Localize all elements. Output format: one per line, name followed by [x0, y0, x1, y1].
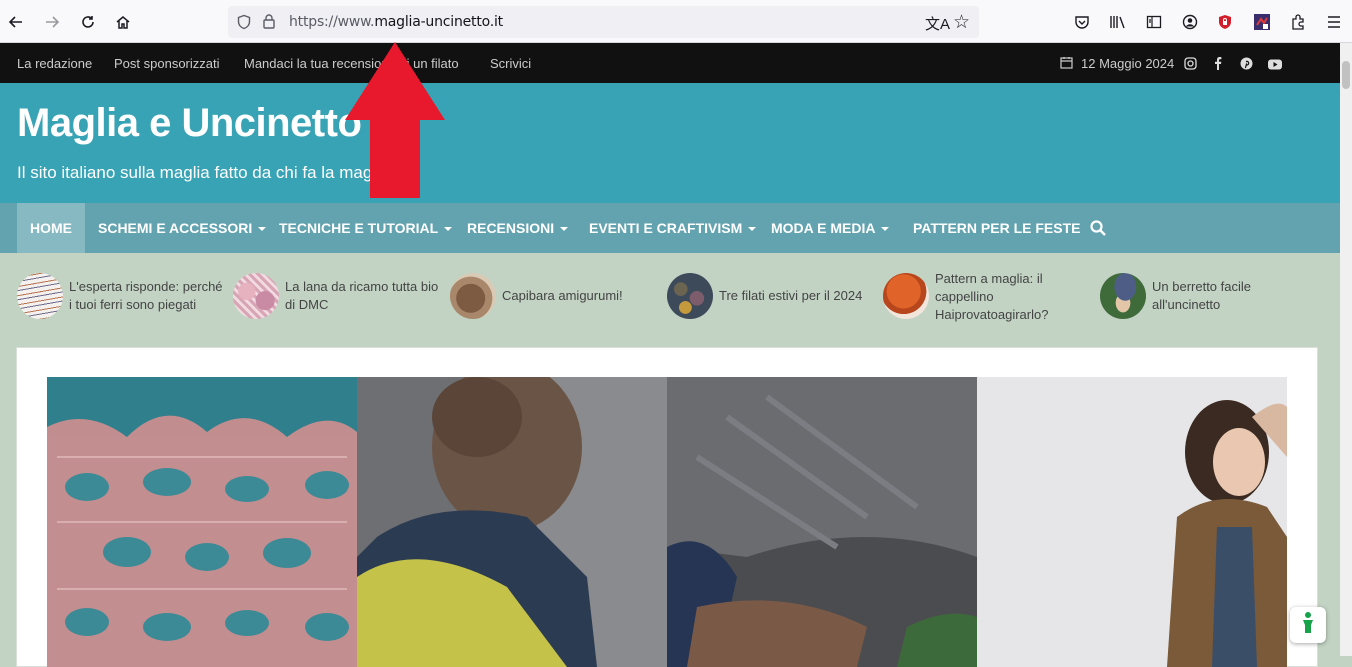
extension-icon[interactable]: [1251, 11, 1273, 33]
post-title[interactable]: L'esperta risponde: perché i tuoi ferri s…: [69, 278, 239, 314]
post-title[interactable]: La lana da ricamo tutta bio di DMC: [285, 278, 455, 314]
post-title[interactable]: Un berretto facile all'uncinetto: [1152, 278, 1322, 314]
translate-icon[interactable]: 文A: [925, 13, 950, 34]
lock-icon[interactable]: [262, 13, 276, 34]
ticker-item[interactable]: L'esperta risponde: perché i tuoi ferri s…: [17, 273, 227, 319]
back-icon[interactable]: [5, 11, 27, 33]
topbar-link-redazione[interactable]: La redazione: [17, 56, 92, 71]
ticker-item[interactable]: Capibara amigurumi!: [450, 273, 660, 319]
post-title[interactable]: Tre filati estivi per il 2024: [719, 287, 889, 305]
menu-icon[interactable]: [1323, 11, 1345, 33]
menu-item-pattern-feste[interactable]: PATTERN PER LE FESTE: [913, 203, 1081, 253]
recent-posts-ticker: L'esperta risponde: perché i tuoi ferri s…: [0, 253, 1340, 348]
reload-icon[interactable]: [77, 11, 99, 33]
pocket-icon[interactable]: [1071, 11, 1093, 33]
home-icon[interactable]: [112, 11, 134, 33]
instagram-icon[interactable]: [1184, 57, 1197, 73]
post-thumbnail[interactable]: [17, 273, 63, 319]
ticker-item[interactable]: Un berretto facile all'uncinetto: [1100, 273, 1310, 319]
site-tagline: Il sito italiano sulla maglia fatto da c…: [17, 163, 390, 182]
chevron-down-icon: [258, 227, 267, 232]
post-thumbnail[interactable]: [450, 273, 496, 319]
menu-item-recensioni[interactable]: RECENSIONI: [467, 203, 569, 253]
ublock-icon[interactable]: [1214, 11, 1236, 33]
scrollbar-thumb[interactable]: [1342, 61, 1350, 89]
browser-toolbar: https://www.maglia-uncinetto.it 文A ☆: [0, 0, 1352, 43]
youtube-icon[interactable]: [1268, 58, 1282, 73]
tracking-shield-icon[interactable]: [236, 14, 252, 35]
gallery-image-yarn[interactable]: [667, 377, 977, 667]
chevron-down-icon: [748, 227, 757, 232]
site-header: Maglia e Uncinetto Il sito italiano sull…: [0, 83, 1340, 203]
gallery-image-person[interactable]: [357, 377, 667, 667]
topbar-link-scrivici[interactable]: Scrivici: [490, 56, 531, 71]
address-bar[interactable]: https://www.maglia-uncinetto.it 文A ☆: [228, 6, 979, 38]
chevron-down-icon: [560, 227, 569, 232]
annotation-arrow-up: [345, 42, 445, 200]
post-thumbnail[interactable]: [1100, 273, 1146, 319]
post-title[interactable]: Capibara amigurumi!: [502, 287, 672, 305]
account-icon[interactable]: [1179, 11, 1201, 33]
url-text[interactable]: https://www.maglia-uncinetto.it: [289, 14, 503, 30]
ticker-item[interactable]: Tre filati estivi per il 2024: [667, 273, 877, 319]
forward-icon[interactable]: [41, 11, 63, 33]
page-scrollbar[interactable]: [1340, 43, 1352, 656]
pinterest-icon[interactable]: [1240, 57, 1253, 73]
post-title[interactable]: Pattern a maglia: il cappellino Haiprovato…: [935, 270, 1105, 324]
post-thumbnail[interactable]: [233, 273, 279, 319]
menu-item-eventi[interactable]: EVENTI E CRAFTIVISM: [589, 203, 757, 253]
extensions-puzzle-icon[interactable]: [1287, 11, 1309, 33]
menu-item-home[interactable]: HOME: [17, 203, 85, 253]
post-thumbnail[interactable]: [883, 273, 929, 319]
gallery-image-crochet[interactable]: [47, 377, 357, 667]
chevron-down-icon: [881, 227, 890, 232]
library-icon[interactable]: [1107, 11, 1129, 33]
gallery-image-model[interactable]: [977, 377, 1287, 667]
current-date: 12 Maggio 2024: [1081, 56, 1175, 71]
ticker-item[interactable]: La lana da ricamo tutta bio di DMC: [233, 273, 443, 319]
menu-item-schemi[interactable]: SCHEMI E ACCESSORI: [98, 203, 267, 253]
site-title[interactable]: Maglia e Uncinetto: [17, 101, 362, 146]
facebook-icon[interactable]: [1214, 57, 1222, 73]
ticker-item[interactable]: Pattern a maglia: il cappellino Haiprovato…: [883, 271, 1093, 322]
top-bar: La redazione Post sponsorizzati Mandaci …: [0, 43, 1340, 83]
menu-item-tecniche[interactable]: TECNICHE E TUTORIAL: [279, 203, 453, 253]
menu-item-moda[interactable]: MODA E MEDIA: [771, 203, 890, 253]
reader-sidebar-icon[interactable]: [1143, 11, 1165, 33]
topbar-link-sponsorizzati[interactable]: Post sponsorizzati: [114, 56, 220, 71]
accessibility-button[interactable]: [1290, 607, 1326, 643]
bookmark-star-icon[interactable]: ☆: [953, 11, 970, 34]
accessibility-icon: [1301, 611, 1315, 639]
chevron-down-icon: [444, 227, 453, 232]
main-menu: HOME SCHEMI E ACCESSORI TECNICHE E TUTOR…: [0, 203, 1340, 253]
post-thumbnail[interactable]: [667, 273, 713, 319]
search-icon[interactable]: [1090, 220, 1106, 241]
calendar-icon: [1060, 56, 1073, 72]
